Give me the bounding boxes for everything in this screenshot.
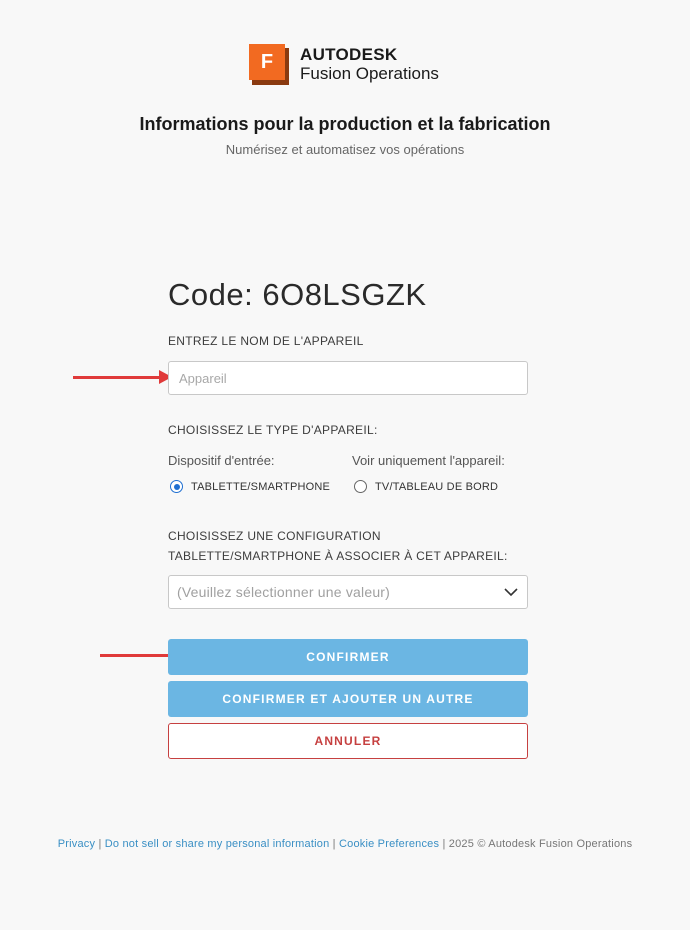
config-label: CHOISISSEZ UNE CONFIGURATION TABLETTE/SM… <box>168 529 508 563</box>
cancel-button[interactable]: ANNULER <box>168 723 528 759</box>
device-name-label: ENTREZ LE NOM DE L'APPAREIL <box>168 334 364 348</box>
radio-tv-label: TV/TABLEAU DE BORD <box>375 480 499 493</box>
radio-unchecked-icon[interactable] <box>354 480 367 493</box>
autodesk-logo: F AUTODESK Fusion Operations <box>249 44 439 85</box>
config-select[interactable]: (Veuillez sélectionner une valeur) <box>168 575 528 609</box>
confirm-button[interactable]: CONFIRMER <box>168 639 528 675</box>
radio-checked-icon[interactable] <box>170 480 183 493</box>
radio-tablet-label: TABLETTE/SMARTPHONE <box>191 480 331 493</box>
device-code: Code: 6O8LSGZK <box>168 277 427 312</box>
view-only-label: Voir uniquement l'appareil: <box>352 453 505 468</box>
fusion-logo-icon: F <box>249 44 289 85</box>
brand-name: AUTODESK <box>300 45 398 64</box>
copyright-text: 2025 © Autodesk Fusion Operations <box>448 838 633 850</box>
radio-tablet-smartphone[interactable]: TABLETTE/SMARTPHONE <box>170 480 330 493</box>
config-select-placeholder: (Veuillez sélectionner une valeur) <box>177 584 391 600</box>
chevron-down-icon <box>504 588 518 597</box>
do-not-sell-link[interactable]: Do not sell or share my personal informa… <box>105 838 330 850</box>
footer: Privacy | Do not sell or share my person… <box>57 838 633 850</box>
device-name-input[interactable] <box>168 361 528 395</box>
page-subtitle: Numérisez et automatisez vos opérations <box>225 142 465 157</box>
product-name: Fusion Operations <box>300 64 439 83</box>
privacy-link[interactable]: Privacy <box>58 838 95 850</box>
page-title: Informations pour la production et la fa… <box>139 114 551 134</box>
input-device-label: Dispositif d'entrée: <box>168 453 275 468</box>
cookie-preferences-link[interactable]: Cookie Preferences <box>339 838 439 850</box>
confirm-add-another-button[interactable]: CONFIRMER ET AJOUTER UN AUTRE <box>168 681 528 717</box>
device-type-label: CHOISISSEZ LE TYPE D'APPAREIL: <box>168 423 378 437</box>
radio-tv-dashboard[interactable]: TV/TABLEAU DE BORD <box>354 480 498 493</box>
annotation-arrow-icon <box>73 370 172 384</box>
